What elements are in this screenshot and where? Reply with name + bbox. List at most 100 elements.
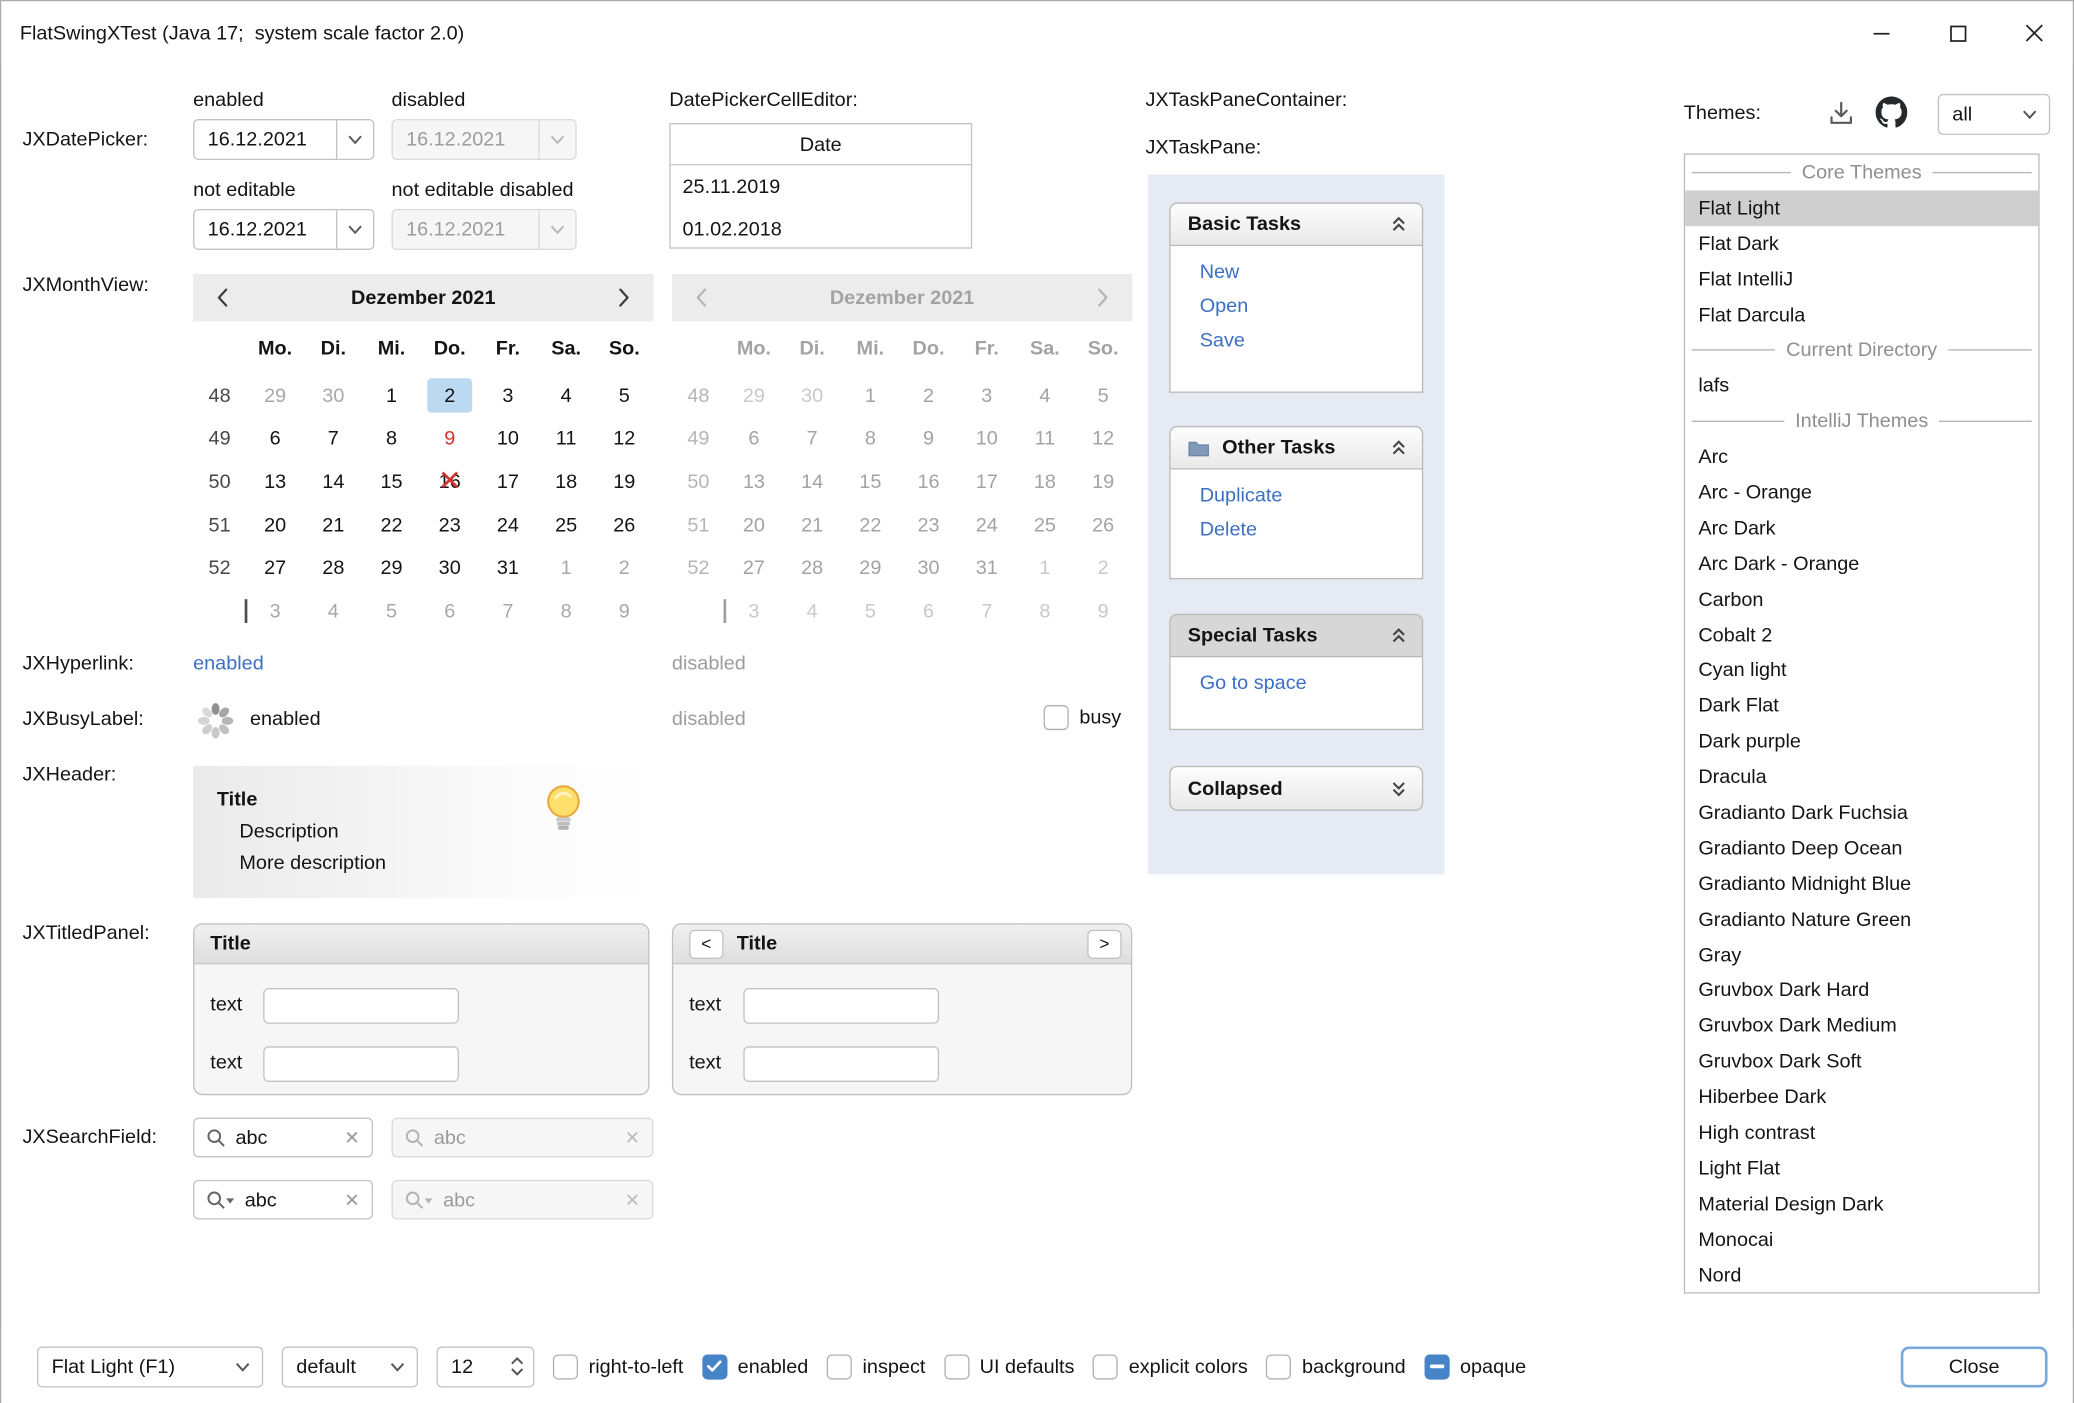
calendar-day[interactable]: 24 bbox=[479, 504, 537, 547]
theme-item-material-design-dark[interactable]: Material Design Dark bbox=[1685, 1186, 2038, 1222]
calendar-day[interactable]: 8 bbox=[537, 590, 595, 633]
task-link-duplicate[interactable]: Duplicate bbox=[1200, 484, 1283, 506]
close-button[interactable]: Close bbox=[1901, 1346, 2048, 1387]
datepicker-dropdown-button[interactable] bbox=[336, 120, 373, 158]
minimize-button[interactable] bbox=[1843, 1, 1920, 64]
theme-item-arc-orange[interactable]: Arc - Orange bbox=[1685, 475, 2038, 511]
calendar-day[interactable]: 29 bbox=[246, 374, 304, 417]
panel-next-button[interactable]: > bbox=[1087, 929, 1121, 958]
calendar-day[interactable]: 23 bbox=[421, 504, 479, 547]
theme-item-high-contrast[interactable]: High contrast bbox=[1685, 1115, 2038, 1151]
calendar-day[interactable]: 9 bbox=[421, 418, 479, 461]
github-icon[interactable] bbox=[1876, 97, 1908, 129]
theme-item-arc-dark-orange[interactable]: Arc Dark - Orange bbox=[1685, 546, 2038, 582]
theme-item-hiberbee-dark[interactable]: Hiberbee Dark bbox=[1685, 1080, 2038, 1116]
expand-icon[interactable] bbox=[1390, 780, 1407, 797]
theme-item-lafs[interactable]: lafs bbox=[1685, 368, 2038, 404]
theme-item-gruvbox-dark-hard[interactable]: Gruvbox Dark Hard bbox=[1685, 973, 2038, 1009]
calendar-day[interactable]: 6 bbox=[421, 590, 479, 633]
taskpane-header-basic-tasks[interactable]: Basic Tasks bbox=[1169, 202, 1423, 246]
taskpane-header-collapsed[interactable]: Collapsed bbox=[1169, 766, 1423, 811]
theme-item-gray[interactable]: Gray bbox=[1685, 937, 2038, 973]
checkbox-inspect[interactable]: inspect bbox=[827, 1354, 926, 1379]
theme-item-cobalt-2[interactable]: Cobalt 2 bbox=[1685, 617, 2038, 653]
calendar-day[interactable]: 7 bbox=[479, 590, 537, 633]
theme-item-cyan-light[interactable]: Cyan light bbox=[1685, 653, 2038, 689]
task-link-go-to-space[interactable]: Go to space bbox=[1200, 672, 1307, 694]
datepicker-not-editable[interactable]: 16.12.2021 bbox=[193, 209, 374, 250]
search-input[interactable] bbox=[235, 1126, 335, 1148]
datepicker-enabled[interactable]: 16.12.2021 bbox=[193, 119, 374, 160]
theme-item-gradianto-dark-fuchsia[interactable]: Gradianto Dark Fuchsia bbox=[1685, 795, 2038, 831]
download-icon[interactable] bbox=[1827, 99, 1856, 128]
theme-item-flat-dark[interactable]: Flat Dark bbox=[1685, 226, 2038, 262]
calendar-day[interactable]: 3 bbox=[246, 590, 304, 633]
calendar-day[interactable]: 21 bbox=[304, 504, 362, 547]
calendar-day[interactable]: 26 bbox=[595, 504, 653, 547]
theme-item-gradianto-nature-green[interactable]: Gradianto Nature Green bbox=[1685, 902, 2038, 938]
calendar-day[interactable]: 4 bbox=[304, 590, 362, 633]
calendar-day[interactable]: 30 bbox=[421, 547, 479, 590]
calendar-day[interactable]: 31 bbox=[479, 547, 537, 590]
checkbox-ui-defaults[interactable]: UI defaults bbox=[944, 1354, 1075, 1379]
theme-item-dark-purple[interactable]: Dark purple bbox=[1685, 724, 2038, 760]
calendar-day[interactable]: 5 bbox=[595, 374, 653, 417]
calendar-day[interactable]: 6 bbox=[246, 418, 304, 461]
checkbox-opaque[interactable]: opaque bbox=[1424, 1354, 1526, 1379]
theme-item-dark-flat[interactable]: Dark Flat bbox=[1685, 688, 2038, 724]
task-link-save[interactable]: Save bbox=[1200, 329, 1245, 351]
hyperlink-enabled[interactable]: enabled bbox=[193, 652, 264, 676]
themes-list[interactable]: Core ThemesFlat LightFlat DarkFlat Intel… bbox=[1684, 153, 2040, 1293]
theme-item-gradianto-midnight-blue[interactable]: Gradianto Midnight Blue bbox=[1685, 866, 2038, 902]
datepicker-dropdown-button[interactable] bbox=[336, 210, 373, 248]
table-row[interactable]: 01.02.2018 bbox=[671, 208, 971, 250]
close-window-button[interactable] bbox=[1996, 1, 2073, 64]
font-size-spinner[interactable]: 12 bbox=[436, 1346, 534, 1387]
calendar-day[interactable]: 15 bbox=[362, 461, 420, 504]
spinner-down-icon[interactable] bbox=[511, 1368, 524, 1376]
lnf-combo[interactable]: Flat Light (F1) bbox=[37, 1346, 263, 1387]
checkbox-background[interactable]: background bbox=[1266, 1354, 1405, 1379]
checkbox-explicit-colors[interactable]: explicit colors bbox=[1093, 1354, 1248, 1379]
task-link-open[interactable]: Open bbox=[1200, 295, 1249, 317]
theme-item-light-flat[interactable]: Light Flat bbox=[1685, 1151, 2038, 1187]
themes-filter-combo[interactable]: all bbox=[1938, 94, 2050, 135]
task-link-new[interactable]: New bbox=[1200, 261, 1240, 283]
calendar-day[interactable]: 11 bbox=[537, 418, 595, 461]
calendar-day[interactable]: 7 bbox=[304, 418, 362, 461]
checkbox-right-to-left[interactable]: right-to-left bbox=[553, 1354, 684, 1379]
text-input[interactable] bbox=[743, 1046, 939, 1082]
taskpane-header-other-tasks[interactable]: Other Tasks bbox=[1169, 426, 1423, 470]
checkbox-busy[interactable]: busy bbox=[1044, 705, 1122, 730]
calendar-day[interactable]: 29 bbox=[362, 547, 420, 590]
search-field-with-menu[interactable]: ✕ bbox=[193, 1180, 373, 1220]
theme-item-dracula[interactable]: Dracula bbox=[1685, 759, 2038, 795]
calendar-day[interactable]: 28 bbox=[304, 547, 362, 590]
task-link-delete[interactable]: Delete bbox=[1200, 518, 1257, 540]
calendar-day[interactable]: 4 bbox=[537, 374, 595, 417]
calendar-day[interactable]: 10 bbox=[479, 418, 537, 461]
collapse-icon[interactable] bbox=[1390, 627, 1407, 644]
calendar-day[interactable]: 1 bbox=[362, 374, 420, 417]
theme-item-nord[interactable]: Nord bbox=[1685, 1257, 2038, 1293]
calendar-day[interactable]: 17 bbox=[479, 461, 537, 504]
theme-item-monocai[interactable]: Monocai bbox=[1685, 1222, 2038, 1258]
calendar-day[interactable]: 3 bbox=[479, 374, 537, 417]
theme-item-carbon[interactable]: Carbon bbox=[1685, 582, 2038, 618]
style-combo[interactable]: default bbox=[282, 1346, 418, 1387]
collapse-icon[interactable] bbox=[1390, 216, 1407, 233]
next-month-button[interactable] bbox=[595, 287, 653, 308]
text-input[interactable] bbox=[743, 988, 939, 1024]
search-input[interactable] bbox=[245, 1188, 335, 1210]
spinner-up-icon[interactable] bbox=[511, 1357, 524, 1365]
clear-icon[interactable]: ✕ bbox=[344, 1188, 360, 1210]
calendar-day[interactable]: 18 bbox=[537, 461, 595, 504]
theme-item-gruvbox-dark-soft[interactable]: Gruvbox Dark Soft bbox=[1685, 1044, 2038, 1080]
theme-item-gradianto-deep-ocean[interactable]: Gradianto Deep Ocean bbox=[1685, 831, 2038, 867]
collapse-icon[interactable] bbox=[1390, 439, 1407, 456]
calendar-day[interactable]: 25 bbox=[537, 504, 595, 547]
text-input[interactable] bbox=[263, 1046, 459, 1082]
calendar-day[interactable]: 30 bbox=[304, 374, 362, 417]
checkbox-enabled[interactable]: enabled bbox=[702, 1354, 808, 1379]
calendar-day[interactable]: 2 bbox=[421, 374, 479, 417]
